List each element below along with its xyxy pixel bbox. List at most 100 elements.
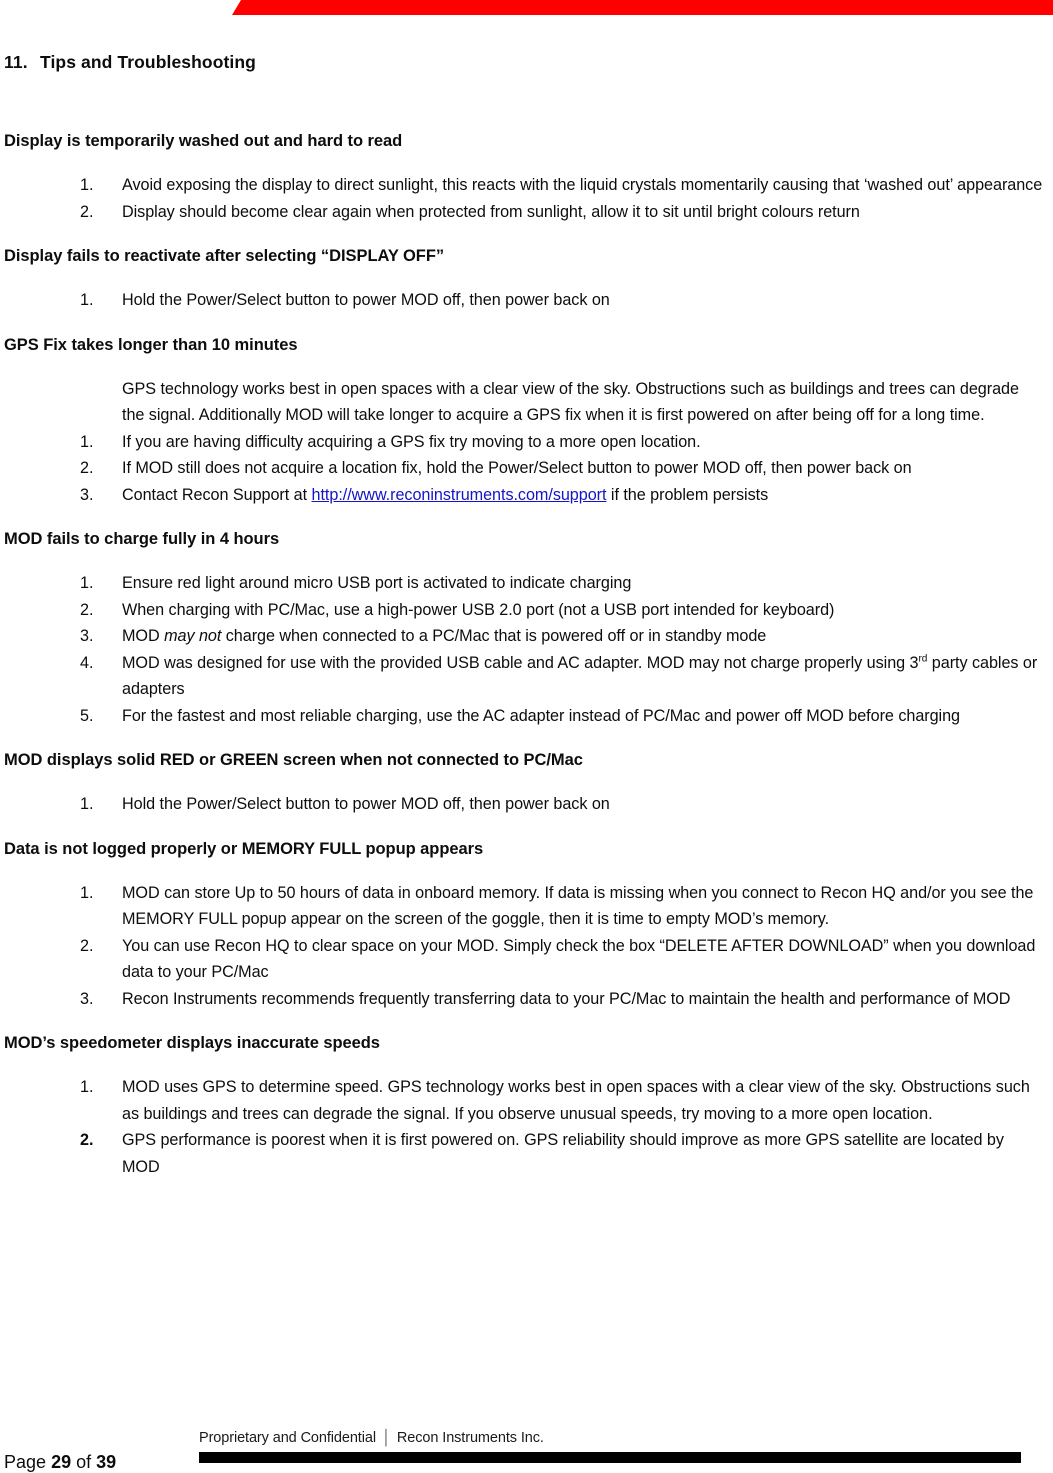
list-item-text-tail: charge when connected to a PC/Mac that i… [221,627,767,645]
footer-confidential-line: Proprietary and Confidential │ Recon Instr… [199,1430,544,1446]
list-item-text: Contact Recon Support at [122,485,312,504]
page-footer: Proprietary and Confidential │ Recon Instr… [0,1414,1053,1472]
step-list-gps-fix: 1. If you are having difficulty acquiring… [4,429,1044,509]
page-title: 11. Tips and Troubleshooting [4,50,1044,74]
list-item: 3. Recon Instruments recommends frequentl… [4,986,1044,1013]
page-total: 39 [96,1452,117,1472]
list-marker: 1. [80,574,94,592]
step-list-speedometer: 1. MOD uses GPS to determine speed. GPS t… [4,1074,1044,1180]
list-marker: 1. [80,291,94,309]
list-item: 3. Contact Recon Support at http://www.re… [4,482,1044,509]
list-item: 2. When charging with PC/Mac, use a high-… [4,597,1044,624]
list-item-text: If MOD still does not acquire a location… [122,459,912,477]
footer-company-name: Recon Instruments Inc. [396,1430,544,1446]
list-item: 4. MOD was designed for use with the prov… [4,650,1044,703]
list-item: 2. If MOD still does not acquire a locati… [4,455,1044,482]
section-heading-charge-fail: MOD fails to charge fully in 4 hours [4,530,280,548]
list-marker: 1. [80,176,94,194]
section-intro-gps-fix: GPS technology works best in open spaces… [122,379,1019,425]
section-heading-display-washed-out: Display is temporarily washed out and ha… [4,132,403,150]
header-red-banner [0,0,1053,16]
list-marker: 2. [80,1131,94,1149]
list-item: 5. For the fastest and most reliable char… [4,703,1044,730]
list-item-text: You can use Recon HQ to clear space on y… [122,936,1036,982]
list-item-text: Hold the Power/Select button to power MO… [122,291,610,309]
header-banner-shape [232,0,1053,15]
list-item: 1. Hold the Power/Select button to power … [4,287,1044,314]
list-item: 1. If you are having difficulty acquiring… [4,429,1044,456]
chapter-title: Tips and Troubleshooting [40,52,256,72]
list-marker: 2. [80,459,94,477]
page-number: 29 [51,1452,72,1472]
list-item-text: Ensure red light around micro USB port i… [122,574,632,592]
list-item-text: MOD was designed for use with the provid… [122,653,919,672]
list-item-text: MOD [122,627,165,645]
list-item-text: MOD can store Up to 50 hours of data in … [122,883,1034,929]
list-item: 1. Avoid exposing the display to direct s… [4,172,1044,199]
section-heading-display-off: Display fails to reactivate after select… [4,247,445,265]
step-list-memory-full: 1. MOD can store Up to 50 hours of data i… [4,880,1044,1013]
footer-confidential-left: Proprietary and Confidential [199,1430,376,1446]
list-marker: 3. [80,485,94,504]
section-heading-red-green-screen: MOD displays solid RED or GREEN screen w… [4,751,583,769]
list-marker: 2. [80,202,94,221]
list-marker: 3. [80,627,94,645]
section-heading-gps-fix: GPS Fix takes longer than 10 minutes [4,335,298,354]
list-item-text: Avoid exposing the display to direct sun… [122,176,1043,194]
list-item-text: Recon Instruments recommends frequently … [122,989,1011,1008]
list-item-text: Display should become clear again when p… [122,202,860,221]
list-marker: 1. [80,1078,94,1096]
list-item: 3. MOD may not charge when connected to a… [4,623,1044,650]
list-item-text-tail: if the problem persists [606,485,769,504]
emphasis-text: may not [164,627,222,645]
document-content: 11. Tips and Troubleshooting Display is t… [4,50,1044,1180]
page-of: of [76,1452,92,1472]
section-heading-speedometer: MOD’s speedometer displays inaccurate sp… [4,1034,380,1052]
list-item: 2. You can use Recon HQ to clear space on… [4,933,1044,986]
list-item: 1. Ensure red light around micro USB port… [4,570,1044,597]
support-url-link[interactable]: http://www.reconinstruments.com/support [312,486,607,504]
page-prefix: Page [4,1452,47,1472]
list-item: 1. Hold the Power/Select button to power … [4,791,1044,818]
list-item: 2. Display should become clear again when… [4,199,1044,226]
list-marker: 1. [80,432,94,451]
footer-divider: │ [381,1430,391,1446]
step-list-charge-fail: 1. Ensure red light around micro USB port… [4,570,1044,729]
list-marker: 2. [80,936,94,955]
list-item-text: MOD uses GPS to determine speed. GPS tec… [122,1078,1030,1123]
list-item-text: For the fastest and most reliable chargi… [122,706,961,725]
list-marker: 1. [80,883,94,902]
section-heading-memory-full: Data is not logged properly or MEMORY FU… [4,839,484,858]
list-item: 2. GPS performance is poorest when it is … [4,1127,1044,1180]
list-marker: 3. [80,989,94,1008]
list-marker: 4. [80,653,94,672]
list-item: 1. MOD can store Up to 50 hours of data i… [4,880,1044,933]
list-marker: 5. [80,706,94,725]
list-item: 1. MOD uses GPS to determine speed. GPS t… [4,1074,1044,1127]
list-item-text: When charging with PC/Mac, use a high-po… [122,600,835,619]
list-item-text: Hold the Power/Select button to power MO… [122,795,610,813]
list-marker: 1. [80,795,94,813]
step-list-display-washed-out: 1. Avoid exposing the display to direct s… [4,172,1044,225]
chapter-number: 11. [4,52,28,72]
list-item-text: If you are having difficulty acquiring a… [122,432,701,451]
step-list-display-off: 1. Hold the Power/Select button to power … [4,287,1044,314]
step-list-red-green-screen: 1. Hold the Power/Select button to power … [4,791,1044,818]
list-item-text: GPS performance is poorest when it is fi… [122,1131,1004,1176]
footer-black-rule [199,1452,1021,1463]
list-marker: 2. [80,600,94,619]
